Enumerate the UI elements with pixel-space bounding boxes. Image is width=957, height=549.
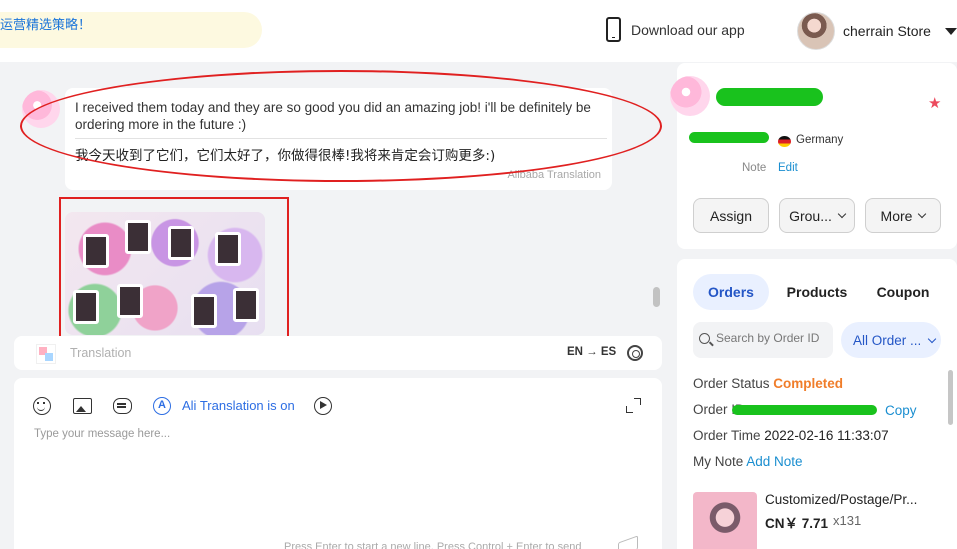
- send-icon[interactable]: [618, 535, 638, 549]
- store-avatar: [797, 12, 835, 50]
- group-button[interactable]: Grou...: [779, 198, 855, 233]
- germany-flag-icon: [778, 136, 791, 147]
- send-hint: Press Enter to start a new line, Press C…: [284, 541, 582, 549]
- edit-note-link[interactable]: Edit: [778, 162, 798, 174]
- chevron-down-icon: [918, 209, 927, 219]
- language-pair[interactable]: EN → ES: [567, 346, 616, 358]
- my-note-label: My Note: [693, 454, 744, 469]
- product-thumbnail[interactable]: [693, 492, 757, 549]
- translation-placeholder[interactable]: Translation: [70, 346, 131, 360]
- quick-reply-icon[interactable]: [113, 398, 132, 414]
- orders-scrollbar[interactable]: [948, 370, 953, 425]
- message-input[interactable]: [34, 428, 634, 440]
- note-label: Note: [742, 162, 767, 174]
- order-time-value: 2022-02-16 11:33:07: [764, 428, 889, 443]
- assign-label: Assign: [709, 207, 753, 224]
- product-title[interactable]: Customized/Postage/Pr...: [765, 492, 935, 507]
- translation-bar: Translation EN → ES: [14, 336, 662, 370]
- store-name: cherrain Store: [843, 23, 931, 39]
- my-note-row: My Note Add Note: [693, 454, 803, 469]
- message-composer: A Ali Translation is on Press Enter to s…: [14, 378, 662, 549]
- order-status-value: Completed: [773, 376, 844, 391]
- top-header: 运营精选策略！ Download our app cherrain Store: [0, 0, 957, 62]
- order-search-box[interactable]: [693, 322, 833, 358]
- translation-icon: [36, 344, 56, 364]
- order-status-row: Order Status Completed: [693, 376, 843, 391]
- download-app-link[interactable]: Download our app: [606, 17, 745, 42]
- star-icon[interactable]: ★: [928, 96, 941, 111]
- annotation-rectangle: [59, 197, 289, 345]
- phone-icon: [606, 17, 621, 42]
- tab-products[interactable]: Products: [782, 274, 852, 310]
- search-icon: [699, 333, 710, 344]
- annotation-ellipse: [20, 70, 662, 182]
- download-app-label: Download our app: [631, 21, 745, 38]
- emoji-icon[interactable]: [33, 397, 51, 415]
- customer-avatar: [670, 76, 710, 116]
- tab-orders[interactable]: Orders: [693, 274, 769, 310]
- tab-coupon[interactable]: Coupon: [870, 274, 936, 310]
- redaction-mark: [689, 132, 769, 143]
- ali-translation-icon[interactable]: A: [153, 397, 171, 415]
- order-filter-select[interactable]: All Order ...: [841, 322, 941, 358]
- more-button[interactable]: More: [865, 198, 941, 233]
- promo-banner[interactable]: 运营精选策略！: [0, 12, 262, 48]
- chevron-down-icon: [837, 209, 847, 219]
- order-search-input[interactable]: [716, 331, 828, 345]
- redaction-mark: [716, 88, 823, 106]
- store-menu[interactable]: cherrain Store: [797, 12, 957, 50]
- chat-scrollbar[interactable]: [653, 287, 660, 307]
- order-time-label: Order Time: [693, 428, 761, 443]
- order-time-row: Order Time 2022-02-16 11:33:07: [693, 428, 889, 443]
- copy-order-id-link[interactable]: Copy: [885, 403, 917, 418]
- gear-icon[interactable]: [627, 345, 643, 361]
- group-label: Grou...: [789, 207, 832, 224]
- ali-translation-toggle[interactable]: Ali Translation is on: [182, 398, 295, 413]
- order-filter-label: All Order ...: [853, 332, 922, 348]
- promo-banner-text: 运营精选策略！: [0, 17, 92, 32]
- product-price: CN￥ 7.71: [765, 516, 829, 531]
- product-quantity: x131: [833, 513, 862, 528]
- order-status-label: Order Status: [693, 376, 770, 391]
- chevron-down-icon: [928, 334, 937, 343]
- more-label: More: [880, 207, 913, 224]
- expand-icon[interactable]: [626, 398, 641, 413]
- customer-country: Germany: [796, 134, 844, 146]
- redaction-mark: [732, 405, 877, 415]
- assign-button[interactable]: Assign: [693, 198, 769, 233]
- play-icon[interactable]: [314, 397, 332, 415]
- add-note-link[interactable]: Add Note: [746, 454, 802, 469]
- caret-down-icon: [944, 27, 957, 35]
- image-icon[interactable]: [73, 398, 92, 414]
